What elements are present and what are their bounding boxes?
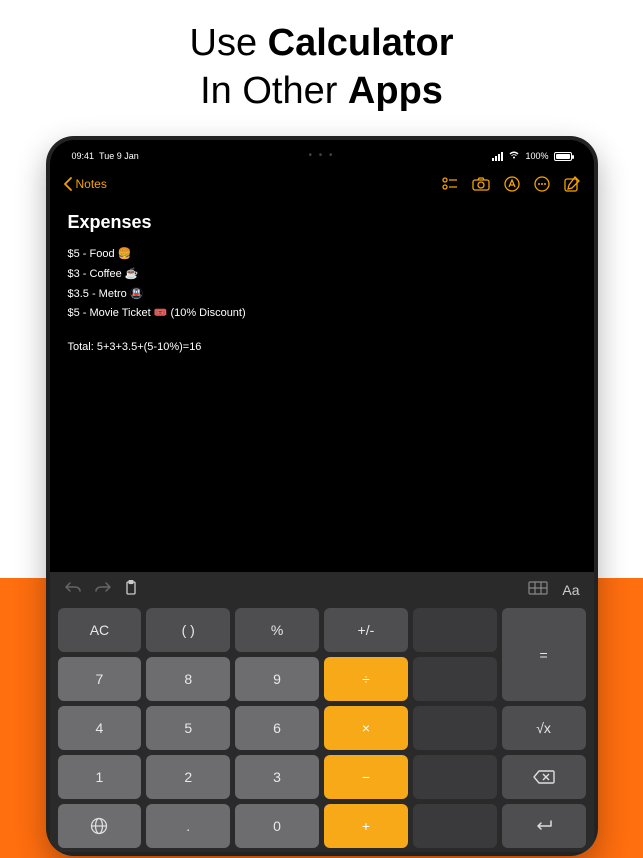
globe-icon [90, 817, 108, 835]
camera-icon[interactable] [472, 177, 490, 191]
key-percent[interactable]: % [235, 608, 319, 652]
wifi-icon [508, 150, 520, 162]
chevron-left-icon [64, 177, 72, 191]
note-total: Total: 5+3+3.5+(5-10%)=16 [68, 338, 576, 358]
back-button[interactable]: Notes [64, 177, 107, 191]
note-line: $5 - Food 🍔 [68, 245, 576, 265]
key-plus-minus[interactable]: +/- [324, 608, 408, 652]
key-blank[interactable] [413, 804, 497, 848]
undo-icon[interactable] [64, 581, 82, 600]
headline-text: Use [190, 22, 268, 64]
grid-icon[interactable] [528, 581, 548, 600]
battery-percent: 100% [525, 151, 548, 161]
cell-signal-icon [492, 152, 503, 161]
key-parentheses[interactable]: ( ) [146, 608, 230, 652]
markup-icon[interactable] [504, 176, 520, 192]
key-8[interactable]: 8 [146, 657, 230, 701]
note-line: $3 - Coffee ☕ [68, 265, 576, 285]
status-left: 09:41 Tue 9 Jan [72, 151, 139, 161]
clipboard-icon[interactable] [124, 580, 138, 601]
checklist-icon[interactable] [442, 177, 458, 191]
key-dot[interactable]: . [146, 804, 230, 848]
key-multiply[interactable]: × [324, 706, 408, 750]
keyboard-header: Aa [50, 572, 594, 608]
headline-text: In Other [200, 70, 348, 112]
status-time: 09:41 [72, 151, 95, 161]
calculator-keyboard: Aa AC ( ) % +/- = 7 8 9 ÷ 4 5 6 [50, 572, 594, 852]
key-blank[interactable] [413, 608, 497, 652]
key-1[interactable]: 1 [58, 755, 142, 799]
key-divide[interactable]: ÷ [324, 657, 408, 701]
key-0[interactable]: 0 [235, 804, 319, 848]
key-plus[interactable]: + [324, 804, 408, 848]
redo-icon[interactable] [94, 581, 112, 600]
key-6[interactable]: 6 [235, 706, 319, 750]
enter-icon [534, 819, 554, 833]
key-blank[interactable] [413, 706, 497, 750]
headline-text-bold: Calculator [268, 22, 454, 64]
key-ac[interactable]: AC [58, 608, 142, 652]
key-2[interactable]: 2 [146, 755, 230, 799]
note-title: Expenses [68, 212, 576, 233]
key-minus[interactable]: − [324, 755, 408, 799]
status-date: Tue 9 Jan [99, 151, 139, 161]
nav-actions [442, 176, 580, 192]
key-blank[interactable] [413, 657, 497, 701]
note-line: $3.5 - Metro 🚇 [68, 285, 576, 305]
back-label: Notes [76, 177, 107, 191]
key-7[interactable]: 7 [58, 657, 142, 701]
key-9[interactable]: 9 [235, 657, 319, 701]
compose-icon[interactable] [564, 176, 580, 192]
nav-bar: Notes [50, 168, 594, 200]
format-aa[interactable]: Aa [562, 582, 579, 598]
battery-icon [554, 152, 572, 161]
backspace-icon [533, 770, 555, 784]
device-dots: • • • [308, 150, 334, 161]
note-line: $5 - Movie Ticket 🎟️ (10% Discount) [68, 304, 576, 324]
key-5[interactable]: 5 [146, 706, 230, 750]
device-frame: • • • 09:41 Tue 9 Jan 100% Notes [46, 136, 598, 856]
marketing-headline: Use Calculator In Other Apps [0, 0, 643, 115]
keypad-grid: AC ( ) % +/- = 7 8 9 ÷ 4 5 6 × √x [50, 608, 594, 848]
headline-text-bold: Apps [348, 70, 443, 112]
key-globe[interactable] [58, 804, 142, 848]
device-screen: • • • 09:41 Tue 9 Jan 100% Notes [50, 140, 594, 852]
key-equals[interactable]: = [502, 608, 586, 701]
key-enter[interactable] [502, 804, 586, 848]
key-backspace[interactable] [502, 755, 586, 799]
key-blank[interactable] [413, 755, 497, 799]
key-4[interactable]: 4 [58, 706, 142, 750]
key-sqrt[interactable]: √x [502, 706, 586, 750]
status-right: 100% [492, 150, 571, 162]
note-content[interactable]: Expenses $5 - Food 🍔 $3 - Coffee ☕ $3.5 … [50, 200, 594, 572]
more-icon[interactable] [534, 176, 550, 192]
key-3[interactable]: 3 [235, 755, 319, 799]
